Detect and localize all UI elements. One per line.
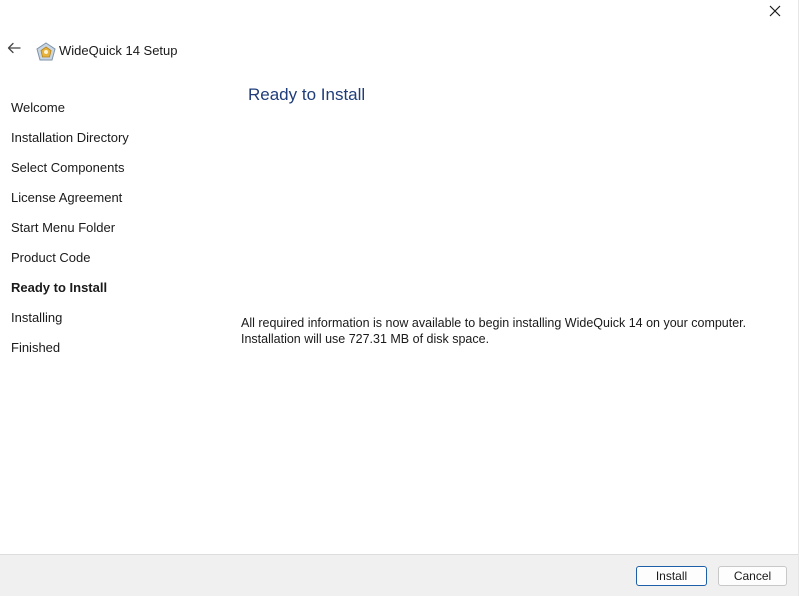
step-welcome: Welcome [11, 100, 65, 115]
info-line-2: Installation will use 727.31 MB of disk … [241, 332, 490, 346]
step-start-menu-folder: Start Menu Folder [11, 220, 116, 235]
step-product-code: Product Code [11, 250, 91, 265]
step-license-agreement: License Agreement [11, 190, 123, 205]
ready-info-text: All required information is now availabl… [241, 315, 746, 347]
setup-window: WideQuick 14 Setup Welcome Installation … [0, 0, 799, 596]
step-installation-directory: Installation Directory [11, 130, 129, 145]
info-line-1: All required information is now availabl… [241, 316, 747, 330]
button-bar: Install Cancel [0, 554, 798, 596]
close-button[interactable] [752, 0, 798, 26]
back-button[interactable] [4, 40, 24, 60]
step-ready-to-install: Ready to Install [11, 280, 108, 295]
step-installing: Installing [11, 310, 63, 325]
install-button[interactable]: Install [636, 566, 707, 586]
page-title: Ready to Install [248, 85, 366, 104]
step-list: Welcome Installation Directory Select Co… [11, 97, 211, 367]
step-finished: Finished [11, 340, 61, 355]
close-icon [769, 4, 781, 22]
app-logo-icon [35, 41, 57, 63]
step-select-components: Select Components [11, 160, 125, 175]
cancel-button[interactable]: Cancel [718, 566, 787, 586]
window-title: WideQuick 14 Setup [59, 43, 178, 58]
back-arrow-icon [7, 41, 21, 59]
